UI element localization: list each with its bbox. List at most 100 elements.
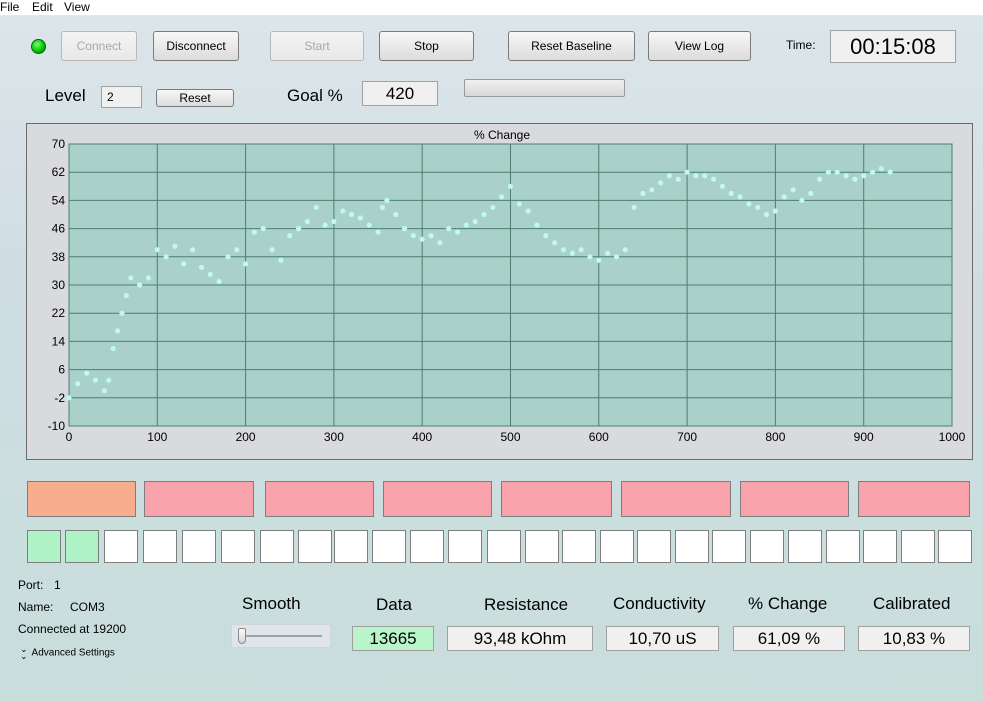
data-point — [216, 278, 222, 285]
goal-input[interactable]: 420 — [362, 81, 438, 106]
y-tick-label: 30 — [52, 278, 66, 292]
y-tick-label: -10 — [48, 419, 66, 433]
level-cell — [826, 530, 860, 563]
view-log-button[interactable]: View Log — [648, 31, 751, 61]
zone-indicator-6 — [621, 481, 731, 517]
y-tick-label: 54 — [52, 193, 66, 207]
data-point — [861, 173, 867, 179]
data-point — [507, 183, 514, 189]
x-axis-ticks: 0 100 200 300 400 500 600 700 800 900 1000 — [66, 430, 966, 444]
reset-baseline-button[interactable]: Reset Baseline — [508, 31, 635, 61]
level-cell — [260, 530, 294, 563]
stop-button[interactable]: Stop — [379, 31, 474, 61]
level-reset-button[interactable]: Reset — [156, 89, 234, 107]
zone-indicator-7 — [740, 481, 849, 517]
data-point — [825, 169, 831, 175]
data-point — [340, 208, 346, 214]
data-point — [640, 190, 646, 196]
data-point — [834, 169, 840, 175]
data-point — [675, 176, 681, 182]
data-point — [295, 226, 302, 232]
data-point — [843, 173, 849, 179]
percent-change-label: % Change — [748, 594, 828, 613]
data-point — [728, 190, 734, 196]
data-point — [278, 257, 284, 263]
port-value: 1 — [54, 578, 61, 592]
data-point — [123, 292, 129, 299]
menu-view[interactable]: View — [64, 0, 90, 14]
data-point — [631, 204, 637, 211]
data-point — [331, 218, 337, 225]
smooth-slider-track — [242, 635, 322, 637]
data-point — [852, 176, 858, 182]
zone-indicator-4 — [383, 481, 492, 517]
level-cell — [334, 530, 368, 563]
data-point — [658, 180, 664, 186]
data-point — [578, 247, 584, 253]
advanced-settings-label: Advanced Settings — [31, 647, 115, 659]
x-tick-label: 1000 — [939, 430, 966, 444]
data-point — [446, 226, 452, 232]
data-point — [304, 218, 311, 225]
data-point — [145, 275, 152, 281]
data-label: Data — [376, 595, 412, 614]
chart-panel: % Change 70 62 54 46 38 30 22 14 6 -2 -10 0 100 200 3… — [26, 123, 973, 460]
level-cell — [487, 530, 521, 563]
data-point — [260, 226, 266, 232]
level-cell — [298, 530, 332, 563]
data-point — [393, 211, 399, 218]
data-point — [251, 229, 258, 235]
data-point — [737, 194, 743, 200]
data-point — [649, 187, 655, 193]
name-label: Name: — [18, 600, 54, 614]
menu-file[interactable]: File — [0, 0, 19, 14]
level-input[interactable]: 2 — [101, 86, 142, 108]
percent-change-chart: % Change 70 62 54 46 38 30 22 14 6 -2 -10 0 100 200 3… — [48, 128, 966, 444]
data-point — [684, 169, 690, 175]
data-point — [190, 247, 196, 253]
level-cell — [448, 530, 482, 563]
data-point — [322, 222, 328, 228]
zone-indicator-1 — [27, 481, 136, 517]
level-cell — [675, 530, 709, 563]
level-cell — [65, 530, 99, 563]
x-tick-label: 400 — [412, 430, 432, 444]
disconnect-button[interactable]: Disconnect — [153, 31, 239, 61]
advanced-settings-toggle[interactable]: ⌄ ⌄ Advanced Settings — [20, 645, 115, 661]
data-point — [66, 395, 72, 401]
resistance-value: 93,48 kOhm — [447, 626, 593, 651]
data-point — [490, 204, 496, 211]
connect-button[interactable]: Connect — [61, 31, 137, 61]
x-tick-label: 800 — [765, 430, 785, 444]
level-cell — [788, 530, 822, 563]
x-tick-label: 200 — [236, 430, 256, 444]
data-point — [75, 381, 81, 387]
data-point — [472, 218, 478, 225]
data-point — [543, 233, 549, 239]
data-point — [348, 211, 355, 218]
level-cell — [221, 530, 255, 563]
data-point — [516, 201, 522, 207]
level-cell — [410, 530, 444, 563]
level-cell — [143, 530, 177, 563]
data-point — [887, 169, 893, 175]
x-tick-label: 600 — [589, 430, 609, 444]
level-cell — [600, 530, 634, 563]
data-point — [313, 204, 319, 211]
data-point — [613, 254, 620, 260]
data-point — [666, 173, 673, 179]
menu-edit[interactable]: Edit — [32, 0, 53, 14]
data-point — [702, 173, 708, 179]
data-point — [428, 233, 434, 239]
data-point — [101, 388, 107, 394]
smooth-slider-thumb[interactable] — [238, 628, 246, 644]
start-button[interactable]: Start — [270, 31, 364, 61]
data-point — [560, 247, 567, 253]
data-point — [790, 187, 796, 193]
data-point — [454, 229, 461, 235]
name-value: COM3 — [70, 600, 105, 614]
data-point — [587, 254, 593, 260]
smooth-slider[interactable] — [231, 624, 331, 648]
time-label: Time: — [786, 38, 816, 52]
data-point — [869, 169, 876, 175]
